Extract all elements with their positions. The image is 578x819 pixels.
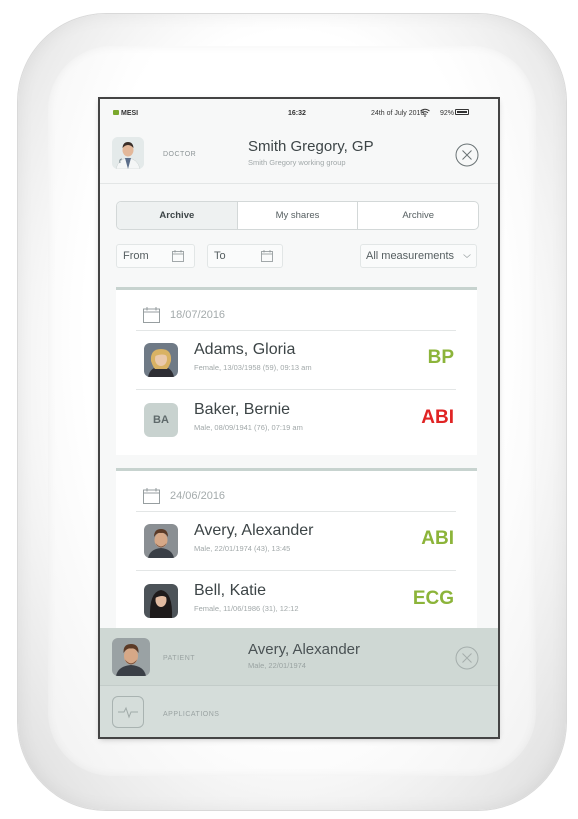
- from-label: From: [123, 250, 149, 262]
- status-bar: MESI 16:32 24th of July 2016 92%: [100, 99, 498, 121]
- doctor-group: Smith Gregory working group: [248, 158, 346, 167]
- patient-avatar: [144, 343, 178, 377]
- carrier-name: MESI: [121, 110, 139, 117]
- applications-button[interactable]: [112, 696, 144, 728]
- patient-bar-meta: Male, 22/01/1974: [248, 661, 306, 670]
- list-item[interactable]: Avery, Alexander Male, 22/01/1974 (43), …: [136, 511, 456, 571]
- battery-icon: [455, 109, 469, 115]
- applications-bar[interactable]: APPLICATIONS: [100, 685, 498, 737]
- archive-group: 24/06/2016 Avery, Alexander Male, 22/01/…: [116, 468, 477, 641]
- calendar-icon: [261, 250, 273, 262]
- carrier-icon: [113, 110, 119, 115]
- calendar-icon: [143, 488, 160, 504]
- list-item[interactable]: Adams, Gloria Female, 13/03/1958 (59), 0…: [136, 330, 456, 390]
- carrier-label: MESI: [113, 110, 138, 117]
- doctor-close-button[interactable]: [455, 143, 479, 167]
- calendar-icon: [172, 250, 184, 262]
- chevron-down-icon: [463, 254, 471, 259]
- patient-avatar: [144, 584, 178, 618]
- heartbeat-icon: [118, 706, 138, 719]
- doctor-avatar: [112, 137, 144, 169]
- calendar-icon: [143, 307, 160, 323]
- patient-bar-name: Avery, Alexander: [248, 641, 361, 658]
- measurements-selected-label: All measurements: [366, 250, 455, 262]
- archive-group: 18/07/2016 Adams, Gloria Female, 13/03/1…: [116, 287, 477, 455]
- patient-meta: Female, 11/06/1986 (31), 12:12: [194, 604, 299, 613]
- archive-tabs: Archive My shares Archive: [116, 201, 479, 230]
- to-label: To: [214, 250, 226, 262]
- patient-bar: PATIENT Avery, Alexander Male, 22/01/197…: [100, 628, 498, 685]
- measurement-type: ECG: [412, 588, 454, 609]
- group-date-row: 24/06/2016: [136, 483, 456, 512]
- measurement-type: ABI: [421, 407, 454, 428]
- app-screen: MESI 16:32 24th of July 2016 92% DOCTOR …: [100, 99, 498, 737]
- list-item[interactable]: Bell, Katie Female, 11/06/1986 (31), 12:…: [136, 571, 456, 630]
- applications-label: APPLICATIONS: [163, 711, 220, 718]
- list-item[interactable]: BA Baker, Bernie Male, 08/09/1941 (76), …: [136, 390, 456, 449]
- from-date-filter[interactable]: From: [116, 244, 195, 268]
- status-time: 16:32: [288, 110, 306, 117]
- tab-archive[interactable]: Archive: [117, 202, 238, 229]
- status-date: 24th of July 2016: [371, 110, 425, 117]
- patient-avatar: [112, 638, 150, 676]
- patient-name: Bell, Katie: [194, 582, 267, 599]
- wifi-icon: [420, 108, 430, 117]
- group-date: 18/07/2016: [170, 309, 226, 321]
- battery-percent: 92%: [440, 110, 455, 117]
- measurement-type: BP: [427, 347, 454, 368]
- patient-avatar: [144, 524, 178, 558]
- doctor-header: DOCTOR Smith Gregory, GP Smith Gregory w…: [100, 125, 498, 184]
- patient-name: Adams, Gloria: [194, 341, 296, 358]
- measurement-type: ABI: [421, 528, 454, 549]
- tab-my-shares[interactable]: My shares: [238, 202, 359, 229]
- patient-meta: Male, 22/01/1974 (43), 13:45: [194, 544, 291, 553]
- patient-meta: Male, 08/09/1941 (76), 07:19 am: [194, 423, 303, 432]
- patient-role-label: PATIENT: [163, 655, 196, 662]
- patient-name: Avery, Alexander: [194, 522, 314, 539]
- group-date: 24/06/2016: [170, 490, 226, 502]
- patient-name: Baker, Bernie: [194, 401, 291, 418]
- group-date-row: 18/07/2016: [136, 302, 456, 331]
- patient-initials-avatar: BA: [144, 403, 178, 437]
- patient-close-button[interactable]: [455, 646, 479, 670]
- patient-meta: Female, 13/03/1958 (59), 09:13 am: [194, 363, 312, 372]
- doctor-name: Smith Gregory, GP: [248, 138, 374, 155]
- to-date-filter[interactable]: To: [207, 244, 283, 268]
- doctor-role-label: DOCTOR: [163, 151, 197, 158]
- tab-archive-2[interactable]: Archive: [358, 202, 478, 229]
- measurements-select[interactable]: All measurements: [360, 244, 477, 268]
